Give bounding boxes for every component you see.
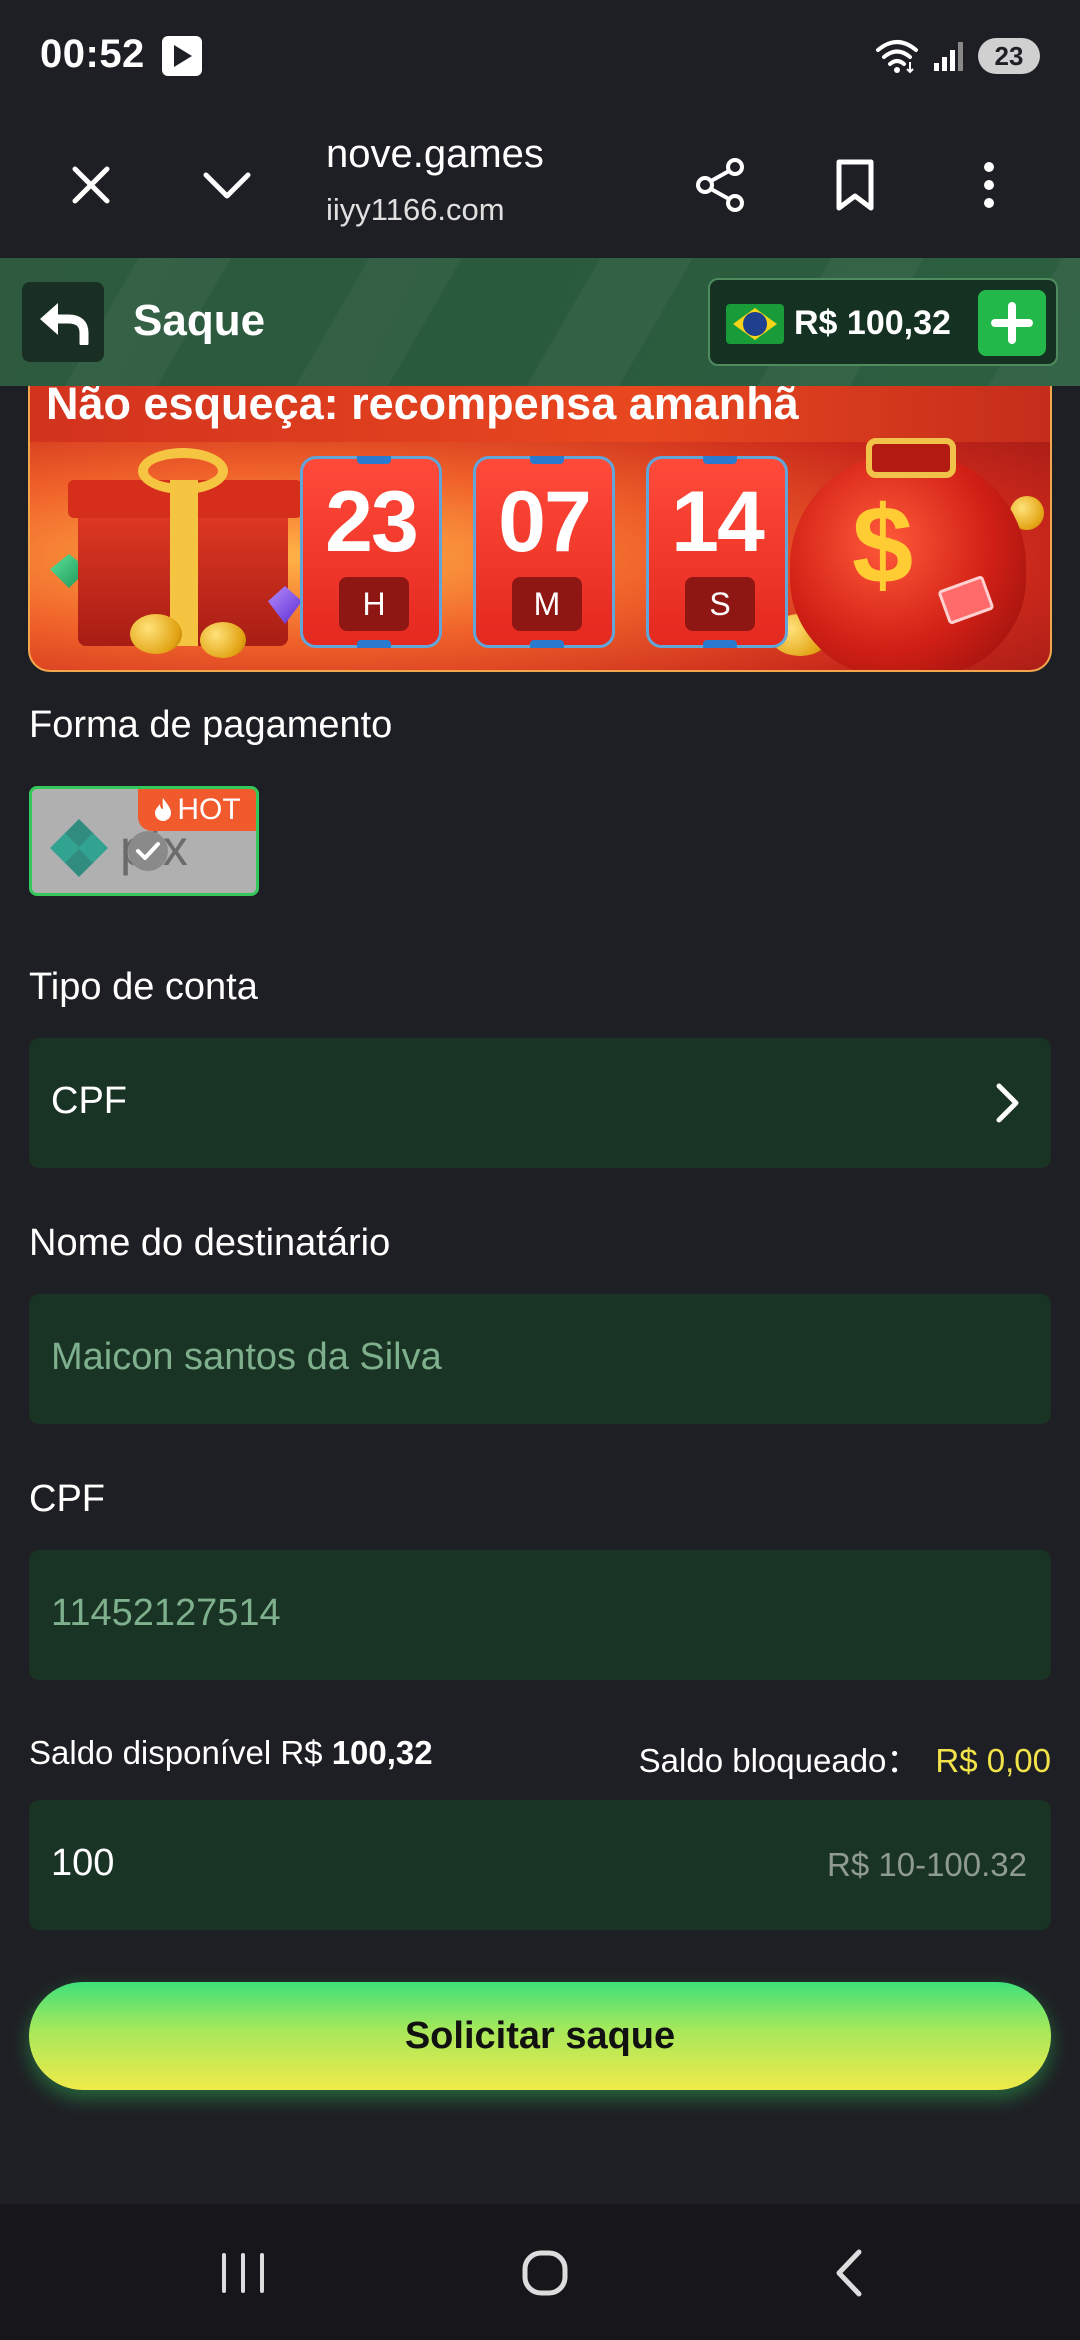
selected-check-icon: [128, 831, 168, 871]
blocked-balance-value: R$ 0,00: [935, 1742, 1051, 1779]
timer-minutes-unit: M: [512, 577, 582, 631]
blocked-balance: Saldo bloqueado： R$ 0,00: [639, 1734, 1051, 1782]
flame-icon: [155, 798, 172, 821]
status-bar: 00:52 23: [0, 0, 1080, 110]
available-balance-label: Saldo disponível R$: [29, 1734, 323, 1771]
withdraw-amount-range: R$ 10-100.32: [827, 1846, 1027, 1883]
share-icon[interactable]: [686, 150, 756, 220]
available-balance-value: 100,32: [331, 1734, 433, 1771]
status-time: 00:52: [40, 32, 145, 76]
status-icons: 23: [874, 36, 1040, 76]
promo-banner[interactable]: Não esqueça: recompensa amanhã $ 23 H 07…: [28, 386, 1052, 672]
coin-icon: [200, 622, 246, 658]
request-withdrawal-button[interactable]: Solicitar saque: [29, 1982, 1051, 2090]
timer-seconds: 14 S: [646, 456, 788, 648]
coin-icon: [130, 614, 182, 654]
timer-minutes: 07 M: [473, 456, 615, 648]
recent-apps-icon[interactable]: [203, 2238, 283, 2308]
payment-method-label: Forma de pagamento: [29, 704, 393, 746]
recipient-name-value: Maicon santos da Silva: [51, 1336, 442, 1378]
available-balance: Saldo disponível R$ 100,32: [29, 1734, 433, 1772]
page-domain-title: nove.games: [326, 132, 544, 176]
timer-hours-value: 23: [325, 474, 419, 570]
timer-hours: 23 H: [300, 456, 442, 648]
more-vert-icon[interactable]: [954, 150, 1024, 220]
withdraw-amount-input[interactable]: 100 R$ 10-100.32: [29, 1800, 1051, 1930]
money-bag-neck: [866, 438, 956, 478]
request-withdrawal-label: Solicitar saque: [404, 2014, 676, 2057]
withdraw-amount-value: 100: [51, 1842, 115, 1884]
timer-seconds-value: 14: [671, 474, 765, 570]
cpf-field[interactable]: 11452127514: [29, 1550, 1051, 1680]
banner-headline: Não esqueça: recompensa amanhã: [46, 386, 799, 429]
play-store-icon: [162, 36, 202, 76]
wifi-icon: [874, 38, 920, 74]
pix-payment-option[interactable]: pix HOT: [29, 786, 259, 896]
hot-badge-label: HOT: [177, 793, 241, 826]
brazil-flag-icon: [726, 304, 784, 344]
cpf-label: CPF: [29, 1478, 105, 1520]
pix-logo-icon: [50, 819, 108, 877]
account-type-select[interactable]: CPF: [29, 1038, 1051, 1168]
back-nav-icon[interactable]: [808, 2238, 888, 2308]
page-url[interactable]: iiyy1166.com: [326, 192, 505, 228]
cpf-value: 11452127514: [51, 1592, 281, 1634]
gift-bow: [138, 448, 228, 494]
balance-amount: R$ 100,32: [794, 304, 951, 342]
close-icon[interactable]: [56, 150, 126, 220]
home-icon[interactable]: [505, 2238, 585, 2308]
dollar-sign-icon: $: [852, 484, 914, 607]
page-title: Saque: [133, 296, 266, 345]
back-button[interactable]: [22, 282, 104, 362]
balance-widget: R$ 100,32: [708, 278, 1058, 366]
browser-toolbar: nove.games iiyy1166.com: [0, 110, 1080, 258]
deposit-add-button[interactable]: [978, 290, 1046, 356]
back-arrow-icon: [40, 303, 89, 345]
balance-info-row: Saldo disponível R$ 100,32 Saldo bloquea…: [29, 1734, 1051, 1779]
account-type-label: Tipo de conta: [29, 966, 258, 1008]
timer-seconds-unit: S: [685, 577, 755, 631]
account-type-value: CPF: [51, 1080, 127, 1122]
blocked-balance-label: Saldo bloqueado：: [638, 1742, 920, 1779]
app-header: Saque R$ 100,32: [0, 258, 1080, 386]
chevron-down-icon[interactable]: [192, 150, 262, 220]
chevron-right-icon: [996, 1083, 1019, 1123]
battery-icon: 23: [978, 38, 1040, 74]
timer-minutes-value: 07: [498, 474, 592, 570]
bookmark-icon[interactable]: [820, 150, 890, 220]
recipient-name-field[interactable]: Maicon santos da Silva: [29, 1294, 1051, 1424]
plus-icon: [991, 302, 1033, 344]
timer-hours-unit: H: [339, 577, 409, 631]
signal-icon: [932, 39, 966, 73]
hot-badge: HOT: [138, 789, 256, 831]
recipient-name-label: Nome do destinatário: [29, 1222, 391, 1264]
system-nav-bar: [0, 2204, 1080, 2340]
